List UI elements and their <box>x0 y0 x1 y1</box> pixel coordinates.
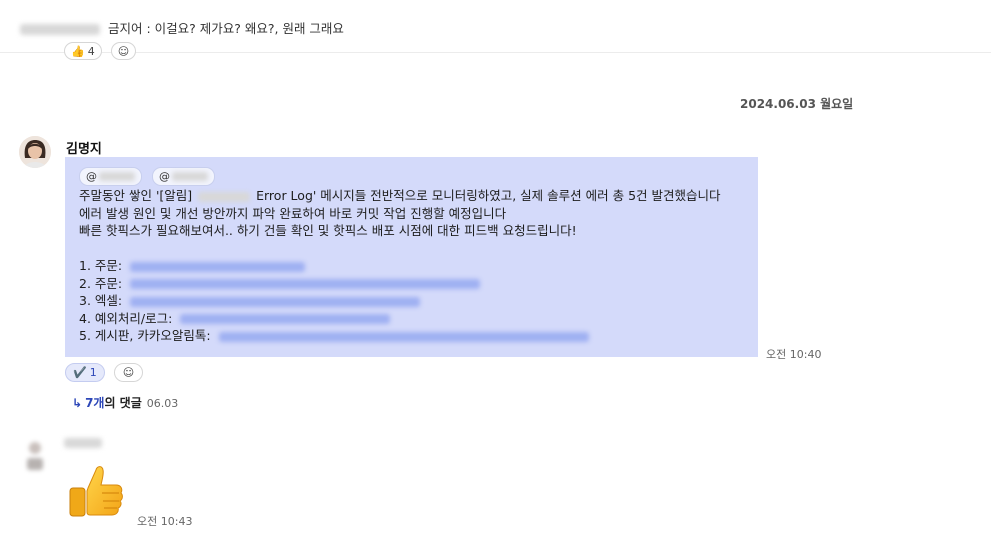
reply-time: 오전 10:43 <box>137 515 193 528</box>
mention-row: @ @ <box>79 167 744 187</box>
thumbs-up-icon: 👍 <box>71 44 85 58</box>
avatar[interactable] <box>19 136 51 168</box>
redacted-link[interactable] <box>130 261 306 272</box>
message-time: 오전 10:40 <box>766 348 822 361</box>
redacted-mention-name <box>171 172 208 182</box>
thread-replies-link[interactable]: ↳ 7개의 댓글 06.03 <box>72 394 178 411</box>
redacted-sender-name <box>20 24 100 35</box>
redacted-link[interactable] <box>130 279 481 290</box>
redacted-link[interactable] <box>218 331 589 342</box>
previous-message: 금지어 : 이걸요? 제가요? 왜요?, 원래 그래요 <box>20 18 344 37</box>
smiley-add-icon: ☺ <box>122 366 135 379</box>
thread-count: 7개 <box>85 396 105 410</box>
smiley-add-icon: ☺ <box>117 44 130 58</box>
list-item: 1. 주문: <box>79 257 744 275</box>
check-mark-icon: ✔️ <box>73 366 87 379</box>
message-bubble: @ @ 주말동안 쌓인 '[알림] Error Log' 메시지들 전반적으로 … <box>65 157 758 357</box>
list-item: 5. 게시판, 카카오알림톡: <box>79 327 744 345</box>
add-reaction-button[interactable]: ☺ <box>113 363 144 382</box>
avatar-photo <box>21 438 49 474</box>
redacted-link[interactable] <box>130 296 421 307</box>
date-divider: 2024.06.03 월요일 <box>740 97 854 111</box>
redacted-sender-name <box>64 438 102 448</box>
redacted-mention-name <box>99 172 135 182</box>
thread-label: 의 댓글 <box>104 396 142 410</box>
thumbs-up-icon <box>69 466 123 517</box>
redacted-text <box>198 191 251 202</box>
message-line: 주말동안 쌓인 '[알림] Error Log' 메시지들 전반적으로 모니터링… <box>79 188 721 204</box>
mention-tag[interactable]: @ <box>151 167 215 187</box>
message-line: 에러 발생 원인 및 개선 방안까지 파악 완료하여 바로 커밋 작업 진행할 … <box>79 205 507 221</box>
message-reactions: ✔️ 1 ☺ <box>65 363 147 382</box>
mention-tag[interactable]: @ <box>79 167 142 187</box>
add-reaction-button[interactable]: ☺ <box>110 42 137 60</box>
sender-name[interactable]: 김명지 <box>66 138 102 157</box>
list-item: 3. 엑셀: <box>79 292 744 310</box>
redacted-link[interactable] <box>180 314 391 325</box>
reply-arrow-icon: ↳ <box>72 396 83 410</box>
previous-message-text: 금지어 : 이걸요? 제가요? 왜요?, 원래 그래요 <box>107 21 344 36</box>
previous-message-reactions: 👍 4 ☺ <box>64 42 140 61</box>
thread-date: 06.03 <box>146 397 179 410</box>
avatar-photo <box>19 136 51 168</box>
reaction-check[interactable]: ✔️ 1 <box>65 363 105 382</box>
previous-message-area: 금지어 : 이걸요? 제가요? 왜요?, 원래 그래요 👍 4 ☺ <box>0 0 991 60</box>
avatar[interactable] <box>21 438 49 474</box>
reaction-thumbs-up[interactable]: 👍 4 <box>64 42 102 60</box>
message-line: 빠른 핫픽스가 필요해보여서.. 하기 건들 확인 및 핫픽스 배포 시점에 대… <box>79 223 577 239</box>
list-item: 4. 예외처리/로그: <box>79 310 744 328</box>
list-item: 2. 주문: <box>79 275 744 293</box>
